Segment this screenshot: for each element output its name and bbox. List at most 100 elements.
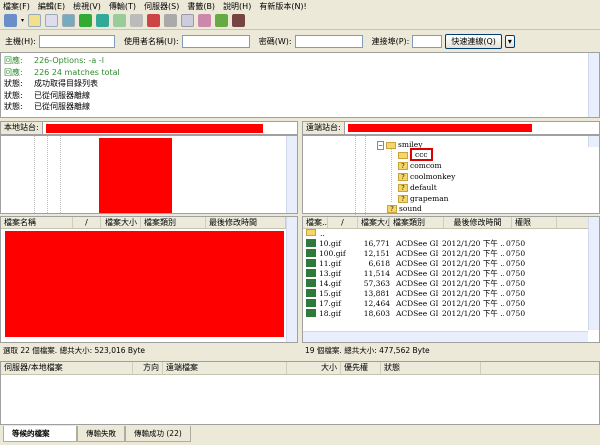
queue-col-priority[interactable]: 優先權 [341, 362, 381, 374]
local-files-redacted [5, 231, 284, 337]
menu-server[interactable]: 伺服器(S) [144, 1, 179, 12]
file-row[interactable]: 100.gif 12,151 ACDSee GI... 2012/1/20 下午… [303, 249, 599, 259]
file-row[interactable]: 15.gif 13,881 ACDSee GI... 2012/1/20 下午 … [303, 289, 599, 299]
remote-file-list: 檔案... / 檔案大小 檔案類別 最後修改時間 權限 .. 10.gif 16… [302, 216, 600, 343]
local-file-list: 檔案名稱 / 檔案大小 檔案類別 最後修改時間 [0, 216, 298, 343]
local-site-label: 本地站台: [1, 122, 43, 134]
parent-dir-row[interactable]: .. [303, 229, 599, 239]
tree-node[interactable]: ? default [398, 182, 437, 193]
host-label: 主機(H): [5, 36, 36, 46]
port-input[interactable] [412, 34, 443, 48]
unknown-folder-icon: ? [398, 195, 408, 203]
menu-help[interactable]: 說明(H) [223, 1, 251, 12]
log-scrollbar[interactable] [588, 53, 599, 117]
sync-browse-icon[interactable] [215, 14, 229, 27]
cancel-icon[interactable] [130, 14, 144, 27]
remote-path-input-redacted[interactable] [347, 124, 532, 132]
remote-horizontal-scrollbar[interactable] [303, 331, 588, 342]
local-tree-redacted [99, 138, 172, 213]
remote-tree-scrollbar[interactable] [588, 136, 599, 147]
file-row[interactable]: 14.gif 57,363 ACDSee GI... 2012/1/20 下午 … [303, 279, 599, 289]
site-manager-icon[interactable] [4, 14, 17, 27]
gif-file-icon [306, 239, 316, 247]
directory-listing-filter-icon[interactable] [181, 14, 195, 27]
local-path-input-redacted[interactable] [45, 123, 263, 133]
tab-queued-files[interactable]: 等候的檔案 [3, 426, 77, 442]
local-list-scrollbar[interactable] [286, 217, 297, 342]
sort-indicator: / [328, 217, 358, 228]
password-label: 密碼(W): [258, 36, 292, 46]
transfer-queue: 伺服器/本地檔案 方向 遠端檔案 大小 優先權 狀態 [0, 361, 600, 425]
tab-failed-transfers[interactable]: 傳輸失敗 [77, 426, 125, 442]
folder-icon [398, 151, 408, 159]
search-binoculars-icon[interactable] [232, 14, 246, 27]
folder-icon [306, 229, 316, 236]
gif-file-icon [306, 269, 316, 277]
remote-col-modified[interactable]: 最後修改時間 [444, 217, 512, 228]
unknown-folder-icon: ? [398, 184, 408, 192]
local-tree [0, 135, 298, 214]
queue-col-direction[interactable]: 方向 [133, 362, 163, 374]
remote-col-type[interactable]: 檔案類別 [390, 217, 444, 228]
sort-indicator: / [73, 217, 101, 228]
password-input[interactable] [294, 34, 363, 48]
queue-col-size[interactable]: 大小 [287, 362, 341, 374]
username-input[interactable] [181, 34, 250, 48]
quickconnect-button[interactable]: 快速連線(Q) [445, 33, 502, 49]
menu-edit[interactable]: 編輯(E) [38, 1, 65, 12]
local-tree-scrollbar[interactable] [286, 136, 297, 213]
reconnect-icon[interactable] [164, 14, 178, 27]
log-line: 狀態: 已從伺服器離線 [4, 102, 90, 111]
remote-col-size[interactable]: 檔案大小 [358, 217, 390, 228]
local-site-bar: 本地站台: [0, 121, 298, 135]
toolbar: ▾ [0, 12, 600, 30]
host-input[interactable] [38, 34, 115, 48]
local-col-type[interactable]: 檔案類別 [141, 217, 206, 228]
process-queue-icon[interactable] [113, 14, 127, 27]
queue-col-server-local[interactable]: 伺服器/本地檔案 [1, 362, 133, 374]
queue-col-remote[interactable]: 遠端檔案 [163, 362, 287, 374]
tree-node-ccc[interactable]: ccc [398, 148, 433, 161]
file-row[interactable]: 10.gif 16,771 ACDSee GI... 2012/1/20 下午 … [303, 239, 599, 249]
quickconnect-dropdown-button[interactable]: ▾ [504, 34, 515, 48]
local-status: 選取 22 個檔案. 總共大小: 523,016 Byte [3, 346, 146, 355]
local-col-modified[interactable]: 最後修改時間 [206, 217, 286, 228]
menu-file[interactable]: 檔案(F) [3, 1, 30, 12]
gif-file-icon [306, 289, 316, 297]
file-row[interactable]: 11.gif 6,618 ACDSee GI... 2012/1/20 下午 .… [303, 259, 599, 269]
queue-col-status[interactable]: 狀態 [381, 362, 481, 374]
log-line: 回應: 226-Options: -a -l [4, 56, 104, 65]
menu-bookmarks[interactable]: 書籤(B) [187, 1, 215, 12]
gif-file-icon [306, 249, 316, 257]
disconnect-icon[interactable] [147, 14, 161, 27]
local-col-size[interactable]: 檔案大小 [101, 217, 141, 228]
unknown-folder-icon: ? [398, 173, 408, 181]
tree-node[interactable]: ? coolmonkey [398, 171, 455, 182]
menu-new-version[interactable]: 有新版本(N)! [259, 1, 306, 12]
toggle-remote-tree-icon[interactable] [62, 14, 76, 27]
file-row[interactable]: 13.gif 11,514 ACDSee GI... 2012/1/20 下午 … [303, 269, 599, 279]
tab-successful-transfers[interactable]: 傳輸成功 (22) [125, 426, 191, 442]
unknown-folder-icon: ? [398, 162, 408, 170]
refresh-icon[interactable] [96, 14, 110, 27]
remote-col-name[interactable]: 檔案... [303, 217, 328, 228]
local-col-name[interactable]: 檔案名稱 [1, 217, 73, 228]
tree-node[interactable]: ? comcom [398, 160, 442, 171]
remote-site-label: 遠端站台: [303, 122, 345, 134]
tree-node-sound[interactable]: ? sound [387, 203, 422, 214]
remote-col-permissions[interactable]: 權限 [512, 217, 557, 228]
file-row[interactable]: 17.gif 12,464 ACDSee GI... 2012/1/20 下午 … [303, 299, 599, 309]
remote-list-scrollbar[interactable] [588, 217, 599, 330]
folder-open-icon [386, 141, 397, 149]
compare-icon[interactable] [198, 14, 212, 27]
queue-tabs: 等候的檔案 傳輸失敗 傳輸成功 (22) [0, 426, 600, 445]
log-line: 狀態: 已從伺服器離線 [4, 90, 90, 100]
toggle-local-tree-icon[interactable] [45, 14, 59, 27]
unknown-folder-icon: ? [387, 205, 397, 213]
menu-view[interactable]: 檢視(V) [73, 1, 101, 12]
toggle-log-icon[interactable] [28, 14, 42, 27]
menu-transfer[interactable]: 傳輸(T) [109, 1, 136, 12]
file-row[interactable]: 18.gif 18,603 ACDSee GI... 2012/1/20 下午 … [303, 309, 599, 319]
toggle-queue-icon[interactable] [79, 14, 93, 27]
message-log: 回應: 226-Options: -a -l 回應: 226 24 matches … [0, 52, 600, 118]
